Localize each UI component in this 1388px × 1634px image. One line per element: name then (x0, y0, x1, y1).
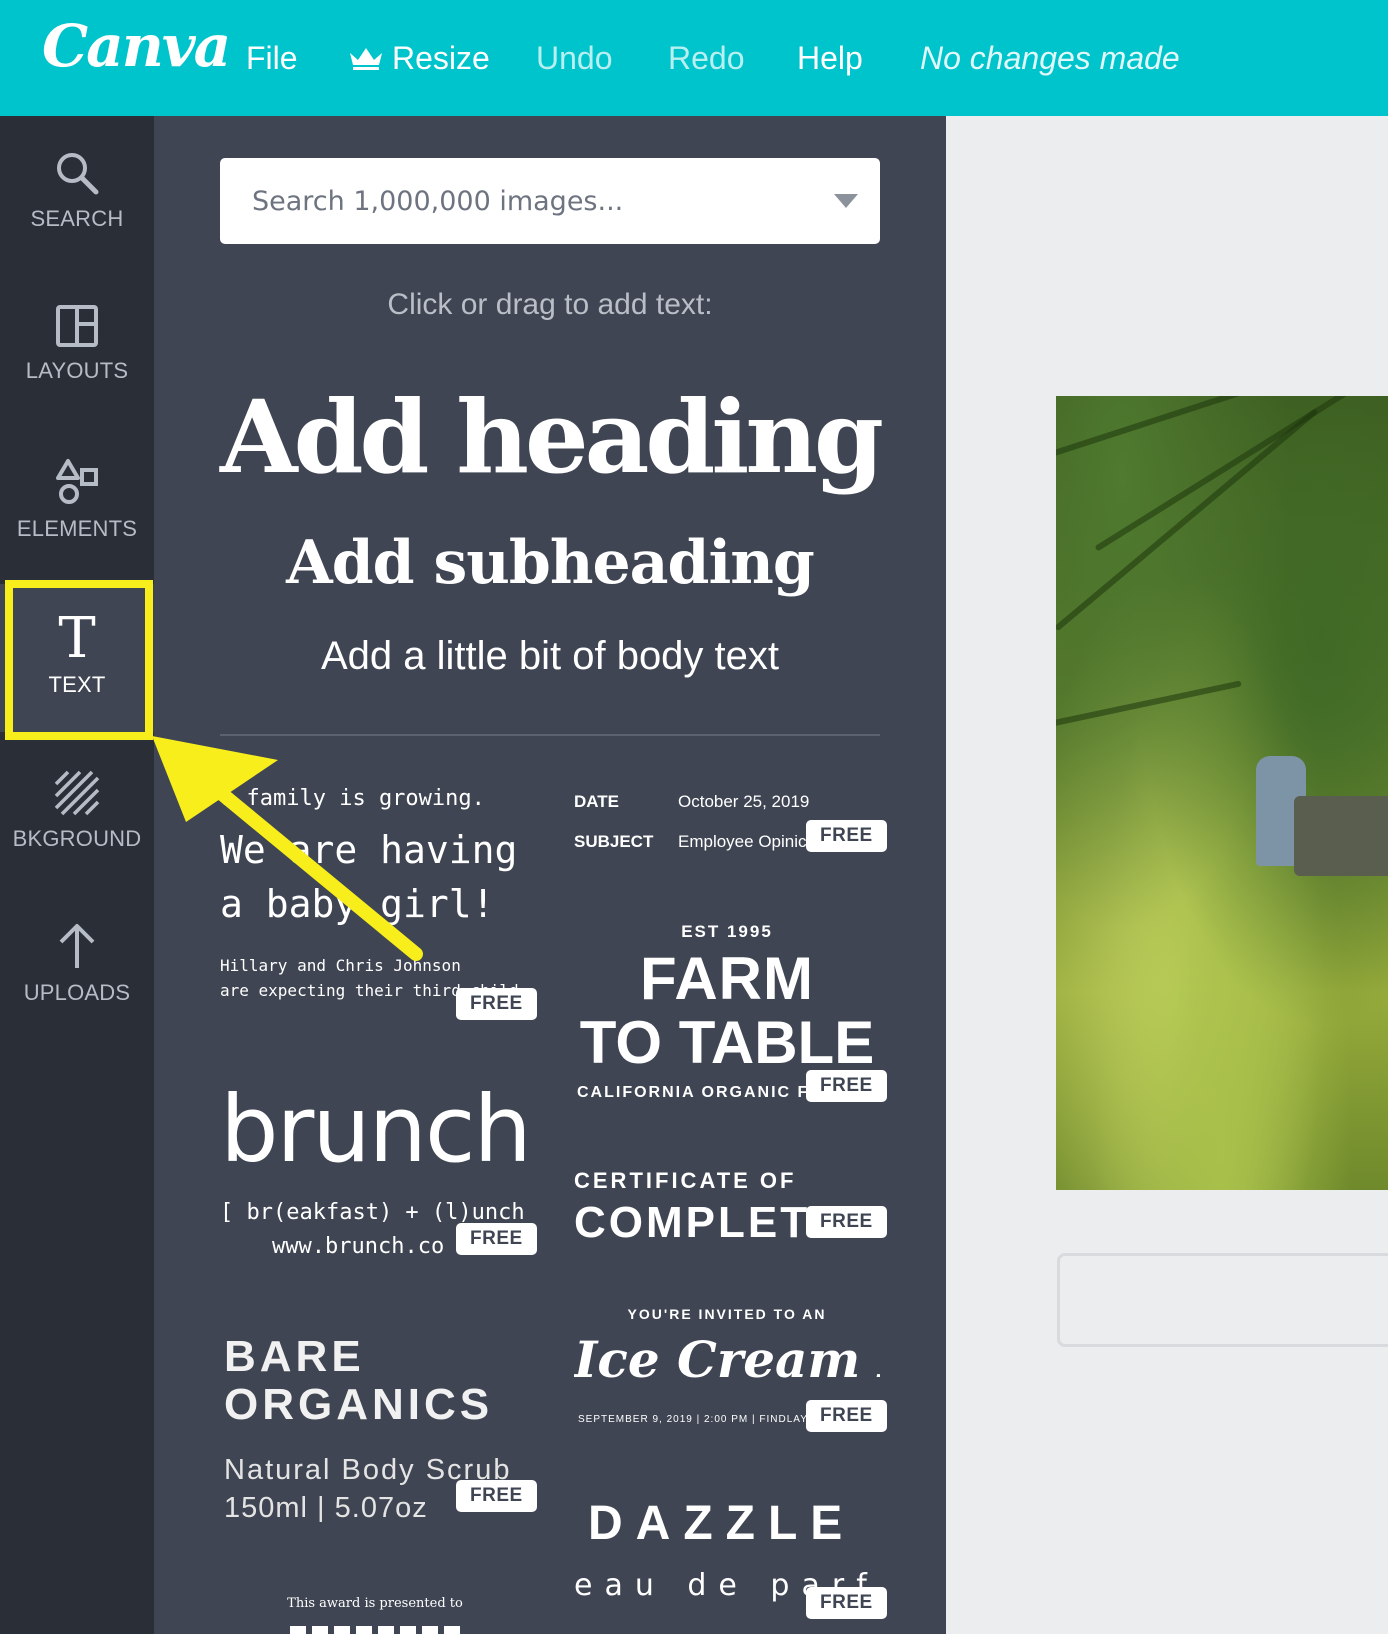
add-notes-box[interactable] (1057, 1253, 1388, 1347)
template-text: [ br(eakfast) + (l)unch ] (220, 1200, 530, 1225)
rail-item-search[interactable]: SEARCH (0, 150, 154, 290)
divider (220, 734, 880, 736)
help-menu[interactable]: Help (797, 40, 863, 77)
save-status: No changes made (920, 40, 1180, 76)
search-icon (57, 153, 99, 195)
upload-icon (59, 924, 95, 968)
search-input[interactable] (252, 180, 792, 222)
template-text: brunch (220, 1076, 530, 1183)
template-text: 150ml | 5.07oz (224, 1492, 428, 1522)
top-bar: Canva File Resize Undo Redo Help No chan… (0, 0, 1388, 116)
template-text: October 25, 2019 (678, 792, 810, 811)
template-text: DATE (574, 792, 620, 811)
template-text: CERTIFICATE OF (574, 1168, 797, 1193)
layouts-icon (56, 305, 98, 347)
template-text: r family is growing. (220, 786, 485, 811)
template-text: We are having (220, 828, 518, 872)
rail-item-elements[interactable]: ELEMENTS (0, 456, 154, 596)
template-text: BARE (224, 1332, 365, 1381)
template-text: YOU'RE INVITED TO AN (627, 1306, 827, 1322)
template-text: Hillary and Chris Johnson (220, 956, 461, 975)
rail-item-background[interactable]: BKGROUND (0, 770, 154, 910)
rail-label-layouts: LAYOUTS (25, 358, 129, 383)
resize-menu[interactable]: Resize (348, 40, 490, 79)
template-text: TO TABLE (579, 1009, 875, 1076)
template-text: Employee Opinic (678, 832, 807, 851)
template-text: ORGANICS (224, 1380, 494, 1429)
rail-label-background: BKGROUND (12, 826, 142, 851)
template-text: SEPTEMBER 9, 2019 | 2:00 PM | FINDLAY P (578, 1414, 820, 1425)
undo-button[interactable]: Undo (536, 40, 613, 77)
free-badge: FREE (806, 1587, 887, 1619)
free-badge: FREE (456, 1480, 537, 1512)
free-badge: FREE (806, 820, 887, 852)
crown-icon (348, 42, 384, 79)
rail-item-layouts[interactable]: LAYOUTS (0, 304, 154, 444)
template-text: This award is presented to (287, 1596, 463, 1611)
side-rail: SEARCH LAYOUTS ELEMENTS T TEXT BKGROUND … (0, 116, 154, 1634)
template-text: a baby girl! (220, 882, 495, 926)
design-photo[interactable] (1056, 396, 1388, 1190)
template-text: SUBJECT (574, 832, 654, 851)
template-award[interactable]: This award is presented to (220, 1590, 530, 1634)
rail-label-elements: ELEMENTS (16, 516, 138, 541)
photo-detail (1094, 396, 1353, 552)
resize-label: Resize (392, 40, 490, 76)
template-text: www.brunch.co (272, 1234, 445, 1259)
photo-detail (1056, 680, 1242, 732)
add-subheading-button[interactable]: Add subheading (154, 528, 946, 598)
free-badge: FREE (456, 988, 537, 1020)
elements-icon (56, 459, 98, 504)
add-body-text-button[interactable]: Add a little bit of body text (154, 634, 946, 679)
file-menu[interactable]: File (246, 40, 298, 77)
background-icon (54, 770, 100, 816)
rail-label-uploads: UPLOADS (23, 980, 131, 1005)
free-badge: FREE (806, 1400, 887, 1432)
free-badge: FREE (806, 1070, 887, 1102)
redo-button[interactable]: Redo (668, 40, 745, 77)
free-badge: FREE (806, 1206, 887, 1238)
template-text: COMPLETI (574, 1198, 826, 1247)
text-tab-highlight (5, 580, 153, 740)
rail-label-search: SEARCH (30, 206, 124, 231)
add-text-prompt: Click or drag to add text: (387, 288, 713, 321)
photo-vehicle (1294, 796, 1388, 876)
canva-logo[interactable]: Canva (42, 12, 231, 80)
add-heading-button[interactable]: Add heading (154, 378, 946, 496)
chevron-down-icon[interactable] (834, 194, 858, 208)
search-box[interactable] (220, 158, 880, 244)
text-panel: Click or drag to add text: Add heading A… (154, 116, 946, 1634)
template-text: CALIFORNIA ORGANIC FA (577, 1084, 822, 1101)
award-name-text-clipped (290, 1626, 460, 1634)
template-text: FARM (640, 945, 814, 1012)
template-text: EST 1995 (681, 922, 773, 941)
rail-item-uploads[interactable]: UPLOADS (0, 922, 154, 1062)
template-text: Ice Cream Party (574, 1330, 880, 1389)
free-badge: FREE (456, 1223, 537, 1255)
template-baby-announcement[interactable]: r family is growing. We are having a bab… (220, 786, 520, 1006)
template-text: DAZZLE (588, 1497, 856, 1550)
